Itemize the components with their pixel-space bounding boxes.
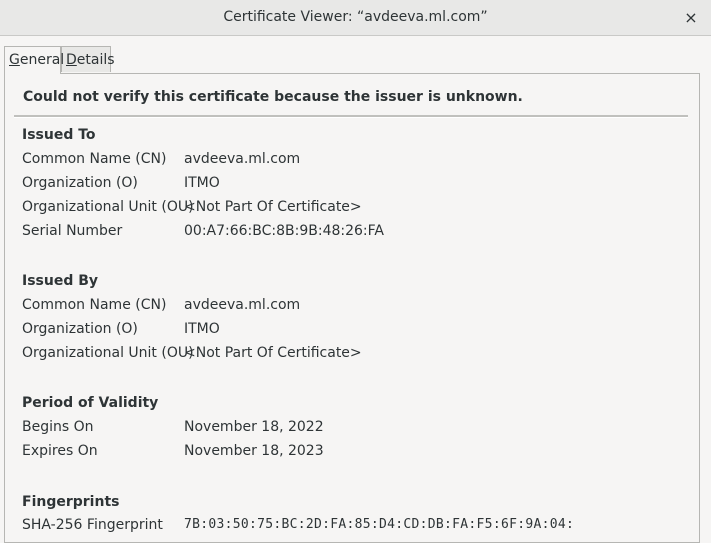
issued-to-cn-label: Common Name (CN) — [22, 151, 167, 167]
title-bar: Certificate Viewer: “avdeeva.ml.com” × — [0, 0, 711, 36]
issued-by-ou-label: Organizational Unit (OU) — [22, 345, 194, 361]
close-icon[interactable]: × — [683, 8, 699, 27]
sha256-value: 7B:03:50:75:BC:2D:FA:85:D4:CD:DB:FA:F5:6… — [184, 517, 575, 532]
issued-to-ou-value: <Not Part Of Certificate> — [184, 199, 362, 215]
issued-to-heading: Issued To — [22, 127, 96, 143]
expires-on-label: Expires On — [22, 443, 98, 459]
sha256-label: SHA-256 Fingerprint — [22, 517, 163, 533]
begins-on-label: Begins On — [22, 419, 94, 435]
tab-general-label: eneral — [19, 52, 65, 68]
issued-by-heading: Issued By — [22, 273, 99, 289]
window-title: Certificate Viewer: “avdeeva.ml.com” — [223, 9, 488, 25]
verification-warning: Could not verify this certificate becaus… — [23, 89, 523, 105]
issued-to-org-label: Organization (O) — [22, 175, 138, 191]
begins-on-value: November 18, 2022 — [184, 419, 324, 435]
tab-general-mnemonic: G — [9, 52, 20, 68]
issued-by-org-label: Organization (O) — [22, 321, 138, 337]
tab-general[interactable]: General — [4, 46, 65, 74]
issued-by-cn-label: Common Name (CN) — [22, 297, 167, 313]
validity-heading: Period of Validity — [22, 395, 159, 411]
issued-to-cn-value: avdeeva.ml.com — [184, 151, 301, 167]
serial-number-value: 00:A7:66:BC:8B:9B:48:26:FA — [184, 223, 384, 239]
issued-to-ou-label: Organizational Unit (OU) — [22, 199, 194, 215]
issued-to-org-value: ITMO — [184, 175, 220, 191]
fingerprints-heading: Fingerprints — [22, 494, 120, 510]
separator — [14, 115, 688, 118]
tab-details-label: etails — [76, 52, 115, 68]
tab-details-mnemonic: D — [66, 52, 77, 68]
tab-details[interactable]: Details — [61, 46, 115, 72]
issued-by-org-value: ITMO — [184, 321, 220, 337]
expires-on-value: November 18, 2023 — [184, 443, 324, 459]
issued-by-ou-value: <Not Part Of Certificate> — [184, 345, 362, 361]
issued-by-cn-value: avdeeva.ml.com — [184, 297, 301, 313]
serial-number-label: Serial Number — [22, 223, 123, 239]
